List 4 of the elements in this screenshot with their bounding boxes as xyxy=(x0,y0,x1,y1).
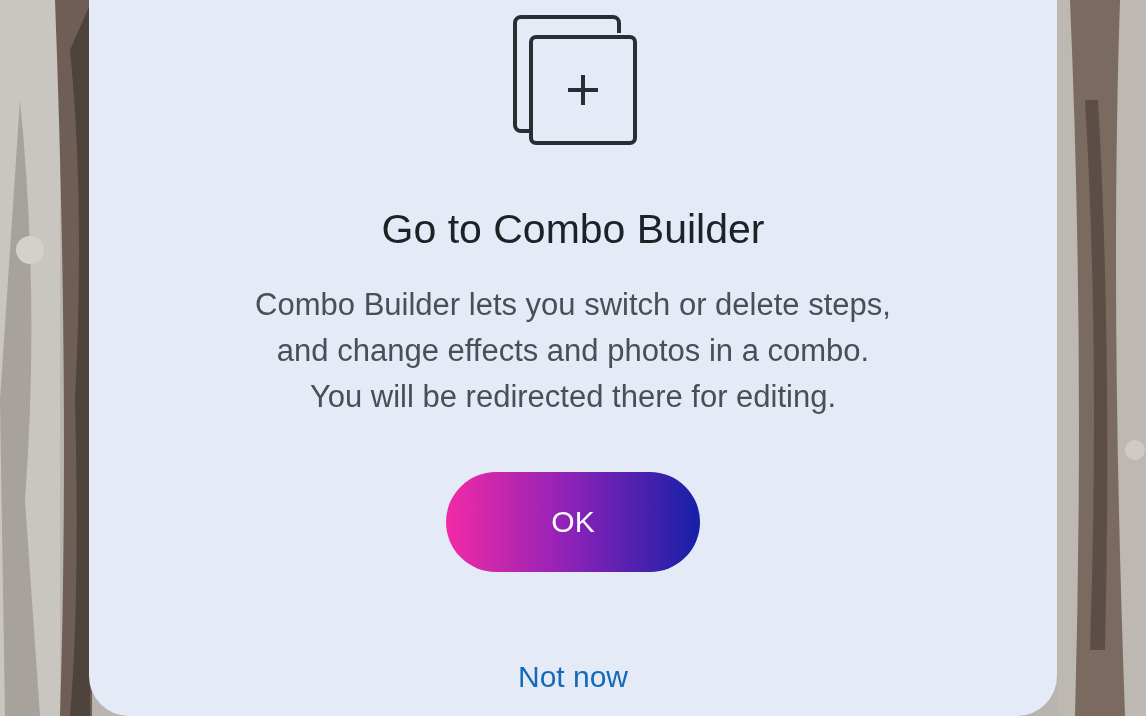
not-now-link[interactable]: Not now xyxy=(517,660,629,694)
dialog-message: Combo Builder lets you switch or delete steps, and change effects and photos in a combo. You will be redirected there for editing. xyxy=(255,286,891,417)
ok-button[interactable]: OK xyxy=(446,472,700,573)
dialog-title: Go to Combo Builder xyxy=(381,205,765,254)
